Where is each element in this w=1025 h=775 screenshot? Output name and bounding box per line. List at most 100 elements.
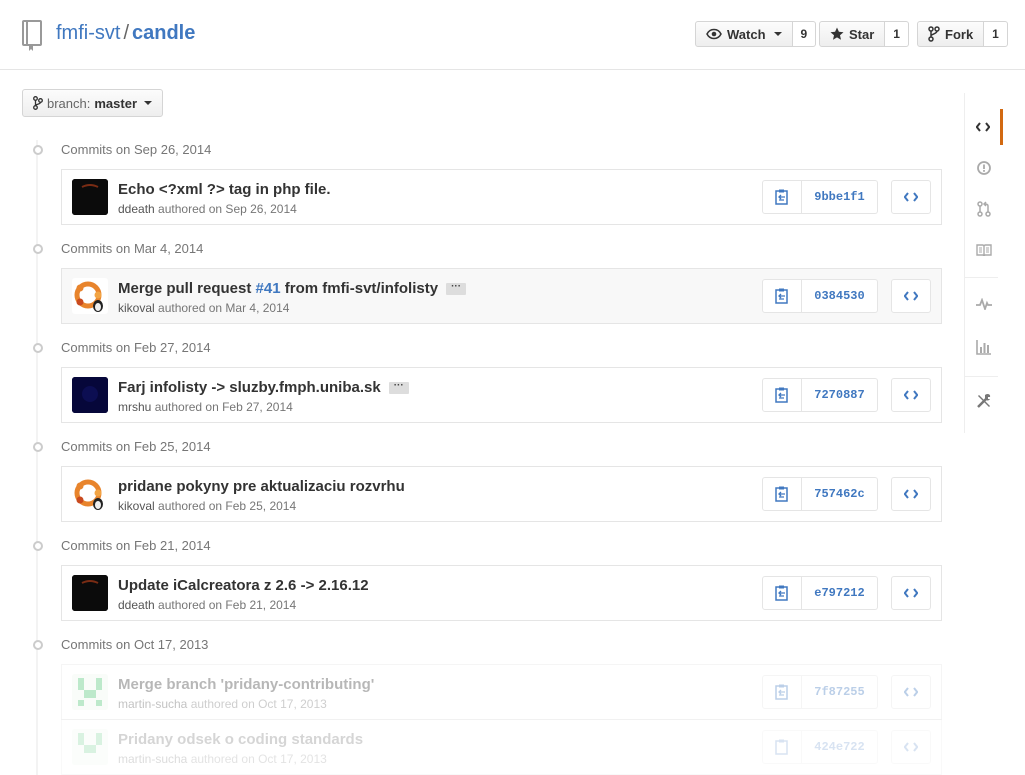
commit-meta: martin-sucha authored on Oct 17, 2013 (118, 752, 327, 766)
commit-row: Echo <?xml ?> tag in php file. ddeath au… (61, 169, 942, 225)
sha-group: 7f87255 (762, 675, 878, 709)
clipboard-icon (775, 387, 788, 403)
clipboard-icon (775, 288, 788, 304)
avatar[interactable] (72, 476, 108, 512)
nav-issues[interactable] (965, 150, 1003, 186)
commit-title-link[interactable]: Farj infolisty -> sluzby.fmph.uniba.sk ··… (118, 379, 409, 396)
repo-title: fmfi-svt / candle (56, 22, 195, 45)
fork-icon (928, 26, 940, 42)
avatar[interactable] (72, 278, 108, 314)
expand-message-button[interactable]: ··· (388, 381, 409, 395)
browse-code-button[interactable] (891, 675, 931, 709)
fork-count[interactable]: 1 (984, 21, 1008, 47)
commit-meta: ddeath authored on Sep 26, 2014 (118, 202, 297, 216)
commit-title-link[interactable]: Merge pull request #41 from fmfi-svt/inf… (118, 280, 467, 297)
sha-group: 9bbe1f1 (762, 180, 878, 214)
repo-nav (964, 93, 1025, 433)
code-icon (975, 122, 990, 132)
commit-sha-link[interactable]: 9bbe1f1 (802, 180, 878, 214)
copy-sha-button[interactable] (762, 576, 802, 610)
avatar[interactable] (72, 377, 108, 413)
commit-dot-icon (29, 144, 45, 155)
commit-title-link[interactable]: pridane pokyny pre aktualizaciu rozvrhu (118, 478, 405, 495)
commit-title-link[interactable]: Echo <?xml ?> tag in php file. (118, 181, 331, 198)
star-count[interactable]: 1 (885, 21, 909, 47)
commit-sha-link[interactable]: 424e722 (802, 730, 878, 764)
star-action: Star 1 (819, 21, 909, 47)
avatar[interactable] (72, 674, 108, 710)
commit-author-link[interactable]: martin-sucha (118, 697, 187, 711)
browse-code-button[interactable] (891, 730, 931, 764)
fork-button[interactable]: Fork (917, 21, 985, 47)
nav-settings[interactable] (965, 383, 1003, 419)
sha-group: 7270887 (762, 378, 878, 412)
repo-separator: / (123, 22, 129, 44)
nav-pulse[interactable] (965, 286, 1003, 322)
branch-select-button[interactable]: branch: master (22, 89, 164, 117)
issues-icon (977, 161, 991, 175)
commit-group-header: Commits on Feb 27, 2014 (29, 337, 211, 357)
copy-sha-button[interactable] (762, 477, 802, 511)
commit-sha-link[interactable]: 7270887 (802, 378, 878, 412)
commit-sha-link[interactable]: 0384530 (802, 279, 878, 313)
clipboard-icon (775, 486, 788, 502)
commit-sha-link[interactable]: 7f87255 (802, 675, 878, 709)
caret-down-icon (144, 101, 153, 105)
clipboard-icon (775, 585, 788, 601)
browse-code-button[interactable] (891, 477, 931, 511)
commit-group-date: Commits on Feb 25, 2014 (61, 438, 211, 454)
watch-button[interactable]: Watch (695, 21, 793, 47)
commit-title-link[interactable]: Merge branch 'pridany-contributing' (118, 676, 374, 693)
browse-code-button[interactable] (891, 378, 931, 412)
repo-owner-link[interactable]: fmfi-svt (56, 22, 120, 44)
sha-group: 757462c (762, 477, 878, 511)
nav-wiki[interactable] (965, 232, 1003, 268)
copy-sha-button[interactable] (762, 730, 802, 764)
browse-code-button[interactable] (891, 279, 931, 313)
commit-title-link[interactable]: Update iCalcreatora z 2.6 -> 2.16.12 (118, 577, 369, 594)
commit-dot-icon (29, 342, 45, 353)
wiki-icon (976, 244, 992, 256)
caret-down-icon (773, 32, 782, 36)
commit-group-header: Commits on Feb 25, 2014 (29, 436, 211, 456)
pull-request-link[interactable]: #41 (256, 280, 281, 297)
nav-graphs[interactable] (965, 329, 1003, 365)
commit-author-link[interactable]: ddeath (118, 598, 155, 612)
repo-name-link[interactable]: candle (132, 22, 195, 44)
browse-code-button[interactable] (891, 576, 931, 610)
sha-group: e797212 (762, 576, 878, 610)
nav-pull-requests[interactable] (965, 191, 1003, 227)
branch-icon (33, 96, 43, 110)
expand-message-button[interactable]: ··· (446, 282, 467, 296)
nav-code[interactable] (965, 109, 1003, 145)
commit-row: Farj infolisty -> sluzby.fmph.uniba.sk ··… (61, 367, 942, 423)
commit-title-link[interactable]: Pridany odsek o coding standards (118, 731, 363, 748)
commit-author-link[interactable]: kikoval (118, 499, 155, 513)
avatar[interactable] (72, 179, 108, 215)
copy-sha-button[interactable] (762, 675, 802, 709)
commit-sha-link[interactable]: 757462c (802, 477, 878, 511)
commit-author-link[interactable]: mrshu (118, 400, 151, 414)
copy-sha-button[interactable] (762, 378, 802, 412)
repo-icon (21, 20, 45, 55)
watch-count[interactable]: 9 (792, 21, 817, 47)
fork-label: Fork (945, 26, 974, 42)
commit-row: Update iCalcreatora z 2.6 -> 2.16.12 dde… (61, 565, 942, 621)
commit-row: pridane pokyny pre aktualizaciu rozvrhu … (61, 466, 942, 522)
copy-sha-button[interactable] (762, 279, 802, 313)
browse-code-button[interactable] (891, 180, 931, 214)
commit-author-link[interactable]: kikoval (118, 301, 155, 315)
commit-author-link[interactable]: ddeath (118, 202, 155, 216)
commit-author-link[interactable]: martin-sucha (118, 752, 187, 766)
avatar[interactable] (72, 575, 108, 611)
copy-sha-button[interactable] (762, 180, 802, 214)
commit-group-date: Commits on Oct 17, 2013 (61, 636, 209, 652)
code-icon (904, 390, 918, 400)
commit-meta: kikoval authored on Mar 4, 2014 (118, 301, 290, 315)
avatar[interactable] (72, 729, 108, 765)
commit-dot-icon (29, 540, 45, 551)
commit-group-header: Commits on Feb 21, 2014 (29, 535, 211, 555)
code-icon (904, 291, 918, 301)
star-button[interactable]: Star (819, 21, 886, 47)
commit-sha-link[interactable]: e797212 (802, 576, 878, 610)
